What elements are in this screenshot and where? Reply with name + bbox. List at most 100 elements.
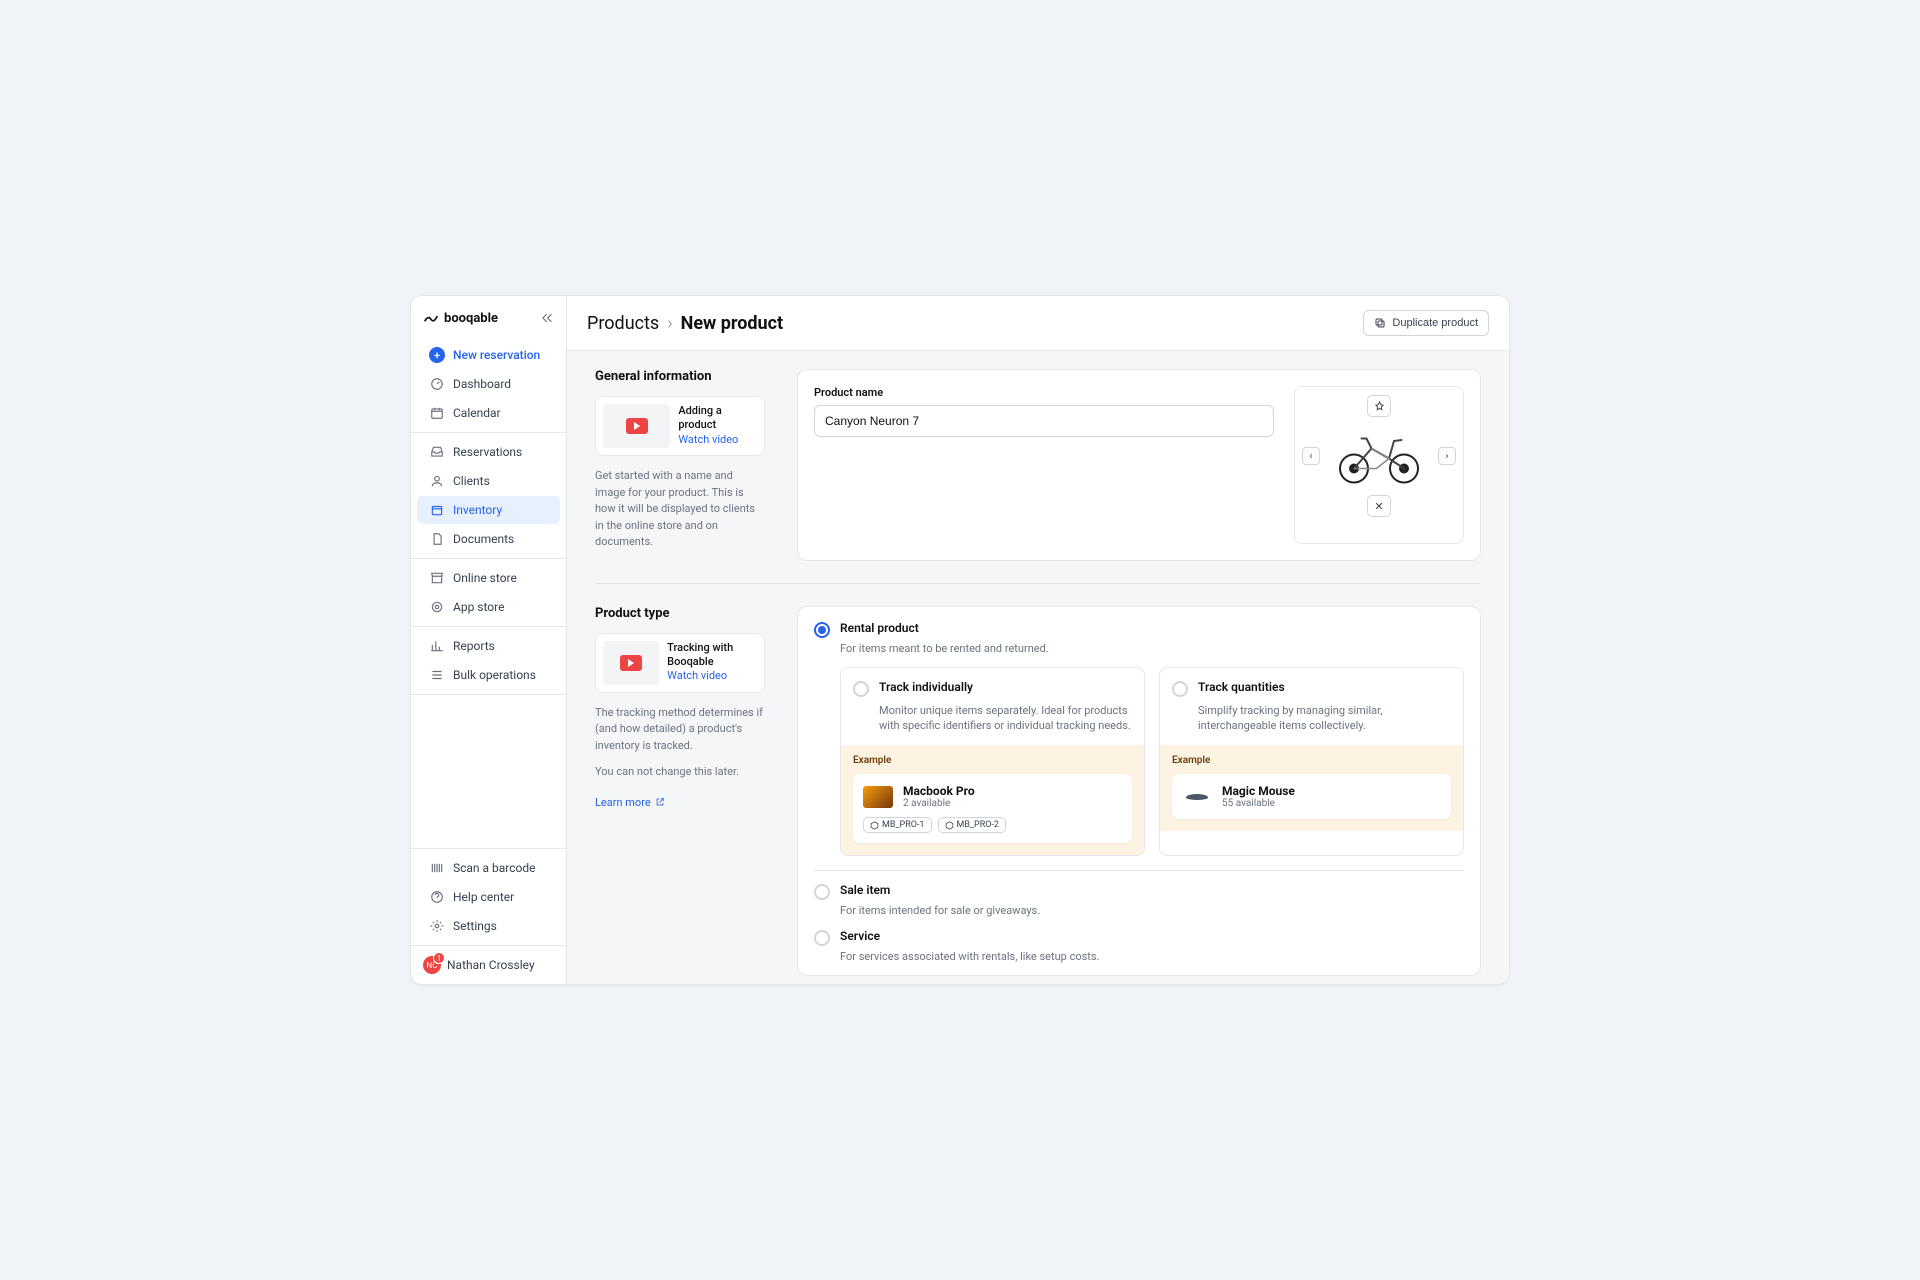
video-title: Adding a product bbox=[678, 404, 757, 433]
general-card: Product name ‹ bbox=[797, 369, 1481, 561]
divider bbox=[814, 870, 1464, 871]
watch-video-link[interactable]: Watch video bbox=[667, 669, 757, 683]
nav-label: Documents bbox=[453, 532, 514, 546]
breadcrumb-root[interactable]: Products bbox=[587, 313, 659, 334]
example-box: Magic Mouse 55 available bbox=[1172, 774, 1451, 819]
image-prev-button[interactable]: ‹ bbox=[1302, 447, 1320, 465]
example-name: Magic Mouse bbox=[1222, 784, 1295, 798]
breadcrumb: Products › New product bbox=[587, 313, 783, 334]
close-icon: ✕ bbox=[1374, 500, 1383, 513]
radio-icon bbox=[1172, 681, 1188, 697]
document-icon bbox=[429, 531, 445, 547]
example-availability: 2 available bbox=[903, 798, 975, 809]
avatar: NC 1 bbox=[423, 956, 441, 974]
video-info: Tracking with Booqable Watch video bbox=[667, 641, 757, 685]
video-title: Tracking with Booqable bbox=[667, 641, 757, 670]
product-name-label: Product name bbox=[814, 386, 1274, 399]
video-card-adding-product[interactable]: Adding a product Watch video bbox=[595, 396, 765, 456]
user-menu[interactable]: NC 1 Nathan Crossley bbox=[411, 945, 566, 984]
cube-icon bbox=[870, 821, 879, 830]
track-quantities-card[interactable]: Track quantities Simplify tracking by ma… bbox=[1159, 667, 1464, 857]
nav-label: Reservations bbox=[453, 445, 522, 459]
remove-image-button[interactable]: ✕ bbox=[1367, 495, 1391, 517]
image-next-button[interactable]: › bbox=[1438, 447, 1456, 465]
nav-label: Clients bbox=[453, 474, 490, 488]
radio-label: Sale item bbox=[840, 883, 890, 897]
inventory-tag: MB_PRO-2 bbox=[938, 817, 1007, 833]
video-thumbnail bbox=[603, 641, 659, 685]
play-icon bbox=[626, 418, 648, 434]
nav-label: App store bbox=[453, 600, 504, 614]
sidebar-item-scan[interactable]: Scan a barcode bbox=[417, 854, 560, 882]
nav-section-main: Reservations Clients Inventory Documents bbox=[411, 433, 566, 559]
link-label: Learn more bbox=[595, 796, 651, 809]
track-desc: Monitor unique items separately. Ideal f… bbox=[879, 703, 1132, 734]
example-name: Macbook Pro bbox=[903, 784, 975, 798]
collapse-sidebar-button[interactable] bbox=[540, 311, 554, 325]
sidebar-item-documents[interactable]: Documents bbox=[417, 525, 560, 553]
sidebar-item-help[interactable]: Help center bbox=[417, 883, 560, 911]
radio-track-quantities[interactable]: Track quantities bbox=[1172, 680, 1451, 697]
example-box: Macbook Pro 2 available MB_PRO-1 MB_PRO-… bbox=[853, 774, 1132, 843]
watch-video-link[interactable]: Watch video bbox=[678, 433, 757, 447]
user-name: Nathan Crossley bbox=[447, 958, 535, 972]
sidebar-item-dashboard[interactable]: Dashboard bbox=[417, 370, 560, 398]
radio-label: Rental product bbox=[840, 621, 919, 635]
radio-sale-item[interactable]: Sale item bbox=[814, 883, 1464, 900]
nav-section-store: Online store App store bbox=[411, 559, 566, 627]
box-icon bbox=[429, 502, 445, 518]
section-title: General information bbox=[595, 369, 765, 384]
nav-label: Online store bbox=[453, 571, 517, 585]
image-carousel-row: ‹ › bbox=[1302, 423, 1456, 489]
radio-desc: For services associated with rentals, li… bbox=[840, 950, 1464, 963]
example-area: Example Macbook Pro 2 available bbox=[841, 745, 1144, 855]
app-window: booqable + New reservation Dashboard Cal… bbox=[410, 295, 1510, 985]
example-area: Example Magic Mouse 55 available bbox=[1160, 745, 1463, 831]
pin-image-button[interactable] bbox=[1367, 395, 1391, 417]
store-icon bbox=[429, 570, 445, 586]
nav-label: Bulk operations bbox=[453, 668, 536, 682]
inbox-icon bbox=[429, 444, 445, 460]
radio-desc: For items intended for sale or giveaways… bbox=[840, 904, 1464, 917]
example-availability: 55 available bbox=[1222, 798, 1295, 809]
section-general: General information Adding a product Wat… bbox=[595, 369, 1481, 584]
radio-label: Track quantities bbox=[1198, 680, 1285, 694]
radio-icon bbox=[853, 681, 869, 697]
example-thumbnail bbox=[863, 786, 893, 808]
image-uploader: ‹ › bbox=[1294, 386, 1464, 544]
gear-icon bbox=[429, 918, 445, 934]
sidebar-item-clients[interactable]: Clients bbox=[417, 467, 560, 495]
example-thumbnail bbox=[1182, 786, 1212, 808]
product-name-field-group: Product name bbox=[814, 386, 1274, 544]
radio-icon bbox=[814, 930, 830, 946]
nav-label: Dashboard bbox=[453, 377, 511, 391]
duplicate-product-button[interactable]: Duplicate product bbox=[1363, 310, 1489, 336]
calendar-icon bbox=[429, 405, 445, 421]
sidebar-item-app-store[interactable]: App store bbox=[417, 593, 560, 621]
radio-service[interactable]: Service bbox=[814, 929, 1464, 946]
video-thumbnail bbox=[603, 404, 670, 448]
sidebar-item-bulk[interactable]: Bulk operations bbox=[417, 661, 560, 689]
new-reservation-button[interactable]: + New reservation bbox=[417, 341, 560, 369]
content-scroll: General information Adding a product Wat… bbox=[567, 351, 1509, 984]
sidebar-item-online-store[interactable]: Online store bbox=[417, 564, 560, 592]
main-area: Products › New product Duplicate product… bbox=[567, 296, 1509, 984]
brand-name: booqable bbox=[444, 311, 498, 326]
radio-track-individually[interactable]: Track individually bbox=[853, 680, 1132, 697]
product-name-input[interactable] bbox=[814, 405, 1274, 437]
section-product-type: Product type Tracking with Booqable Watc… bbox=[595, 606, 1481, 985]
nav-label: Reports bbox=[453, 639, 495, 653]
video-card-tracking[interactable]: Tracking with Booqable Watch video bbox=[595, 633, 765, 693]
radio-rental-product[interactable]: Rental product bbox=[814, 621, 1464, 638]
sidebar-item-reports[interactable]: Reports bbox=[417, 632, 560, 660]
external-link-icon bbox=[655, 797, 665, 807]
sidebar-footer: Scan a barcode Help center Settings NC 1… bbox=[411, 848, 566, 984]
example-label: Example bbox=[1172, 755, 1451, 766]
sidebar-item-reservations[interactable]: Reservations bbox=[417, 438, 560, 466]
sidebar-item-inventory[interactable]: Inventory bbox=[417, 496, 560, 524]
track-individually-card[interactable]: Track individually Monitor unique items … bbox=[840, 667, 1145, 857]
sidebar-item-calendar[interactable]: Calendar bbox=[417, 399, 560, 427]
list-icon bbox=[429, 667, 445, 683]
learn-more-link[interactable]: Learn more bbox=[595, 796, 665, 809]
sidebar-item-settings[interactable]: Settings bbox=[417, 912, 560, 940]
